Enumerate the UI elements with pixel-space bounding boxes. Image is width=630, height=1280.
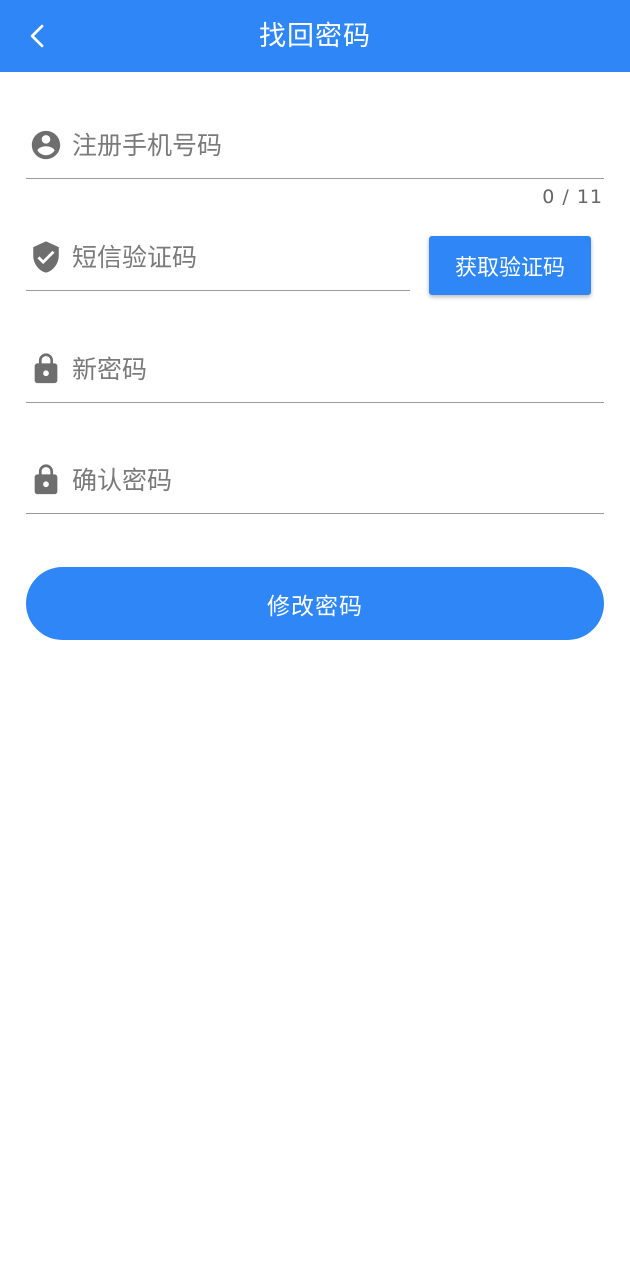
phone-input[interactable]: [72, 112, 604, 178]
account-circle-icon: [28, 127, 64, 163]
app-bar: 找回密码: [0, 0, 630, 72]
new-password-field: [26, 336, 604, 403]
phone-char-counter: 0 / 11: [542, 186, 603, 208]
confirm-password-input[interactable]: [72, 447, 604, 513]
page-title: 找回密码: [259, 21, 371, 52]
confirm-password-field: [26, 447, 604, 514]
lock-icon: [28, 462, 64, 498]
lock-icon: [28, 351, 64, 387]
change-password-button[interactable]: 修改密码: [26, 567, 604, 640]
sms-code-input[interactable]: [72, 224, 410, 290]
phone-field: [26, 112, 604, 179]
shield-check-icon: [28, 239, 64, 275]
get-sms-code-button[interactable]: 获取验证码: [429, 236, 591, 295]
sms-code-field: [26, 224, 410, 291]
new-password-input[interactable]: [72, 336, 604, 402]
